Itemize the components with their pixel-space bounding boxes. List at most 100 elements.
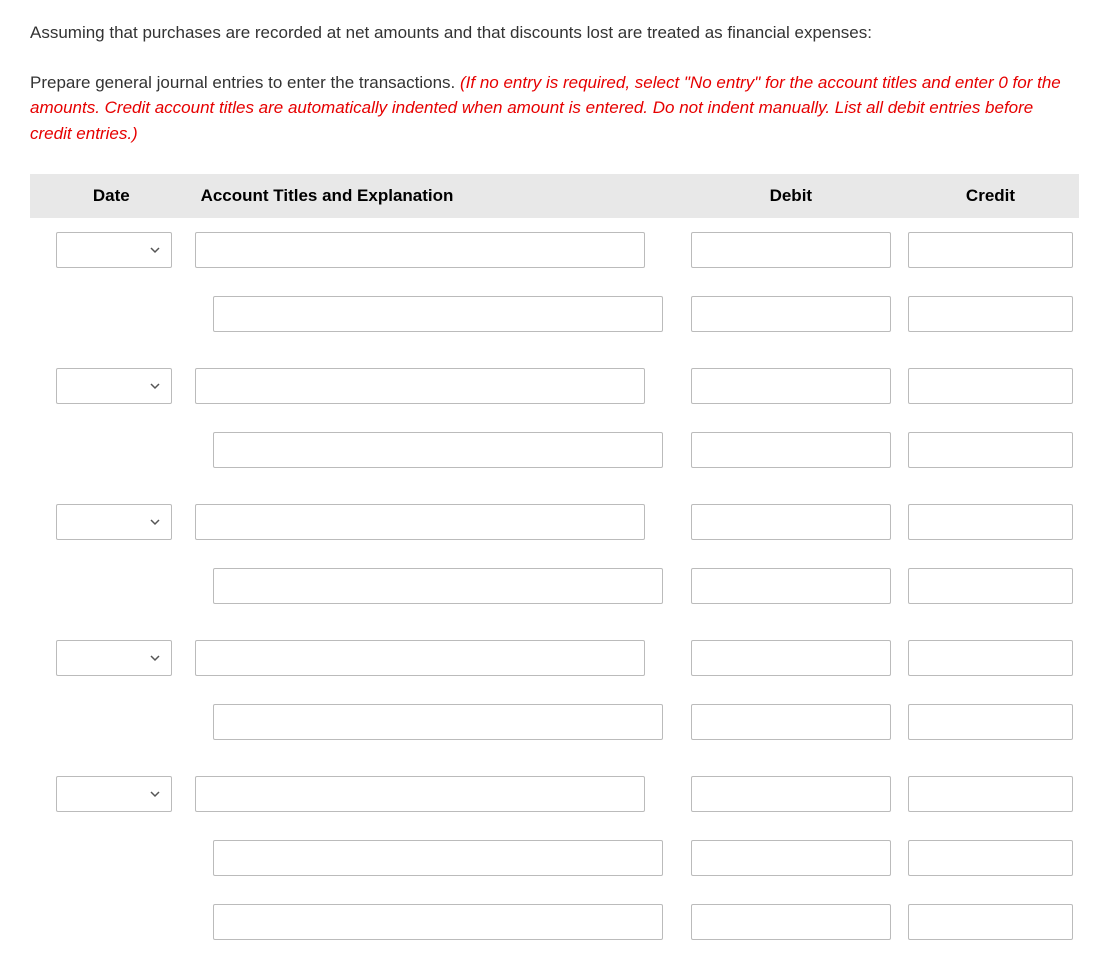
date-select[interactable]	[56, 776, 172, 812]
header-credit: Credit	[902, 174, 1079, 218]
debit-input[interactable]	[691, 432, 891, 468]
date-select[interactable]	[56, 504, 172, 540]
debit-cell	[680, 282, 902, 346]
account-title-input[interactable]	[213, 904, 663, 940]
credit-cell	[902, 354, 1079, 418]
account-cell	[193, 626, 680, 690]
table-header-row: Date Account Titles and Explanation Debi…	[30, 174, 1079, 218]
date-cell	[30, 554, 193, 618]
debit-cell	[680, 762, 902, 826]
group-spacer	[30, 754, 1079, 762]
group-spacer	[30, 618, 1079, 626]
account-cell	[193, 282, 680, 346]
account-title-input[interactable]	[213, 432, 663, 468]
date-cell	[30, 354, 193, 418]
date-cell	[30, 490, 193, 554]
debit-cell	[680, 490, 902, 554]
account-cell	[193, 418, 680, 482]
date-select[interactable]	[56, 232, 172, 268]
account-title-input[interactable]	[213, 568, 663, 604]
date-cell	[30, 626, 193, 690]
credit-cell	[902, 762, 1079, 826]
journal-entry-table: Date Account Titles and Explanation Debi…	[30, 174, 1079, 954]
table-row	[30, 890, 1079, 954]
account-cell	[193, 354, 680, 418]
credit-input[interactable]	[908, 368, 1073, 404]
debit-cell	[680, 826, 902, 890]
debit-cell	[680, 626, 902, 690]
date-cell	[30, 418, 193, 482]
credit-cell	[902, 282, 1079, 346]
credit-cell	[902, 554, 1079, 618]
account-title-input[interactable]	[195, 776, 645, 812]
date-select[interactable]	[56, 640, 172, 676]
date-cell	[30, 762, 193, 826]
credit-input[interactable]	[908, 504, 1073, 540]
date-select[interactable]	[56, 368, 172, 404]
header-date: Date	[30, 174, 193, 218]
account-cell	[193, 690, 680, 754]
credit-input[interactable]	[908, 840, 1073, 876]
credit-cell	[902, 218, 1079, 282]
credit-cell	[902, 890, 1079, 954]
debit-input[interactable]	[691, 776, 891, 812]
account-title-input[interactable]	[195, 368, 645, 404]
credit-input[interactable]	[908, 640, 1073, 676]
debit-cell	[680, 354, 902, 418]
debit-cell	[680, 218, 902, 282]
account-cell	[193, 554, 680, 618]
table-row	[30, 690, 1079, 754]
credit-input[interactable]	[908, 904, 1073, 940]
table-row	[30, 762, 1079, 826]
debit-input[interactable]	[691, 904, 891, 940]
account-cell	[193, 218, 680, 282]
credit-input[interactable]	[908, 568, 1073, 604]
account-cell	[193, 490, 680, 554]
table-row	[30, 626, 1079, 690]
intro-text: Assuming that purchases are recorded at …	[30, 20, 1079, 46]
debit-input[interactable]	[691, 296, 891, 332]
debit-input[interactable]	[691, 368, 891, 404]
instructions-text: Prepare general journal entries to enter…	[30, 70, 1079, 147]
table-row	[30, 218, 1079, 282]
group-spacer	[30, 482, 1079, 490]
header-account: Account Titles and Explanation	[193, 174, 680, 218]
account-cell	[193, 890, 680, 954]
account-title-input[interactable]	[213, 296, 663, 332]
credit-cell	[902, 626, 1079, 690]
table-row	[30, 282, 1079, 346]
debit-cell	[680, 554, 902, 618]
credit-input[interactable]	[908, 776, 1073, 812]
account-title-input[interactable]	[213, 704, 663, 740]
account-title-input[interactable]	[195, 504, 645, 540]
debit-input[interactable]	[691, 640, 891, 676]
credit-input[interactable]	[908, 704, 1073, 740]
account-title-input[interactable]	[213, 840, 663, 876]
date-cell	[30, 890, 193, 954]
table-row	[30, 354, 1079, 418]
debit-input[interactable]	[691, 840, 891, 876]
credit-cell	[902, 418, 1079, 482]
credit-input[interactable]	[908, 432, 1073, 468]
debit-cell	[680, 418, 902, 482]
date-cell	[30, 826, 193, 890]
group-spacer	[30, 346, 1079, 354]
table-row	[30, 418, 1079, 482]
table-row	[30, 554, 1079, 618]
debit-input[interactable]	[691, 504, 891, 540]
credit-input[interactable]	[908, 232, 1073, 268]
table-row	[30, 826, 1079, 890]
debit-input[interactable]	[691, 232, 891, 268]
debit-input[interactable]	[691, 704, 891, 740]
account-cell	[193, 826, 680, 890]
credit-cell	[902, 826, 1079, 890]
account-title-input[interactable]	[195, 232, 645, 268]
account-cell	[193, 762, 680, 826]
credit-cell	[902, 690, 1079, 754]
instructions-prefix: Prepare general journal entries to enter…	[30, 73, 460, 92]
date-cell	[30, 282, 193, 346]
credit-cell	[902, 490, 1079, 554]
credit-input[interactable]	[908, 296, 1073, 332]
account-title-input[interactable]	[195, 640, 645, 676]
debit-input[interactable]	[691, 568, 891, 604]
